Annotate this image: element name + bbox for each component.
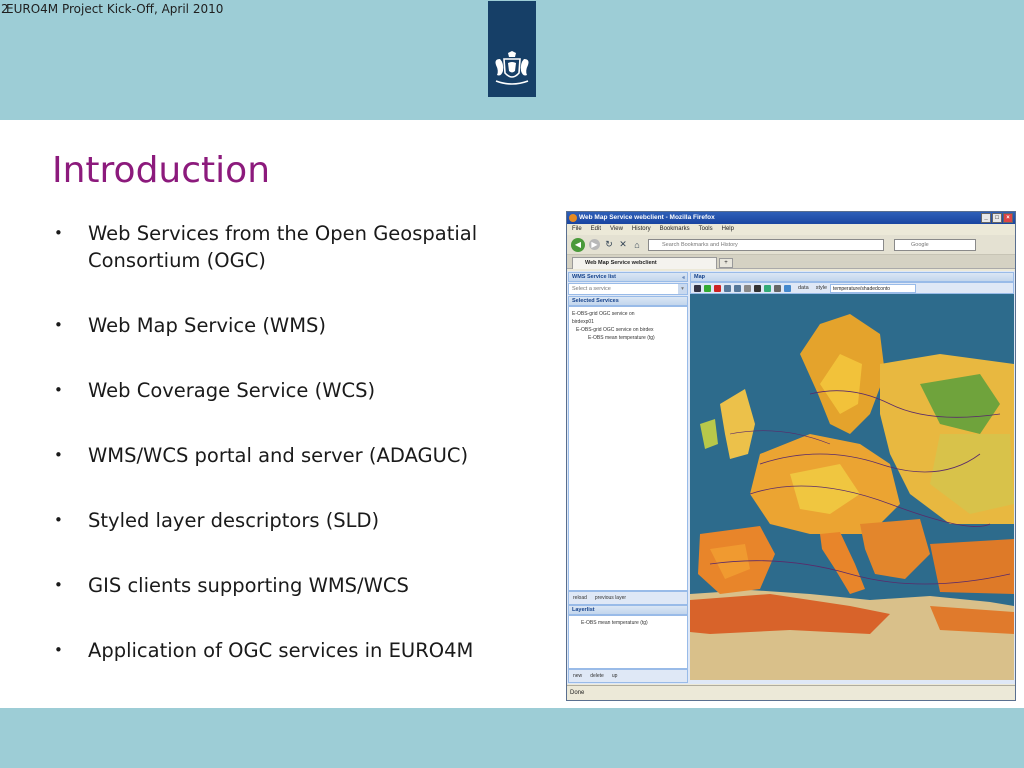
remove-icon[interactable] (714, 284, 721, 292)
chevron-down-icon[interactable]: ▾ (678, 284, 687, 294)
bullet-item: • GIS clients supporting WMS/WCS (52, 572, 552, 599)
previous-layer-button[interactable]: previous layer (595, 592, 626, 604)
selected-services-title: Selected Services (572, 298, 619, 304)
measure-icon[interactable] (784, 284, 791, 292)
menu-view[interactable]: View (610, 224, 623, 235)
maximize-icon[interactable]: □ (992, 213, 1002, 223)
bullet-dot-icon: • (54, 641, 63, 659)
layer-item[interactable]: E-OBS mean temperature (tg) (581, 619, 684, 627)
stop-icon[interactable]: ✕ (618, 239, 628, 250)
window-controls: _ □ × (981, 213, 1013, 223)
service-select[interactable]: Select a service ▾ (568, 283, 688, 295)
tree-item[interactable]: E-OBS-grid OGC service on birdex (572, 326, 684, 334)
bullet-dot-icon: • (54, 381, 63, 399)
menu-edit[interactable]: Edit (591, 224, 601, 235)
reload-button[interactable]: reload (573, 592, 587, 604)
service-panel: WMS Service list « Select a service ▾ Se… (568, 272, 688, 683)
collapse-icon[interactable]: « (682, 274, 685, 283)
map-header: Map (690, 272, 1014, 282)
bullet-item: • WMS/WCS portal and server (ADAGUC) (52, 442, 552, 469)
browser-window: Web Map Service webclient - Mozilla Fire… (566, 211, 1016, 701)
back-arrow-icon[interactable]: ◀ (571, 237, 585, 252)
map-panel: Map data style temperature/shadedconto (690, 272, 1014, 683)
tree-item[interactable]: E-OBS-grid OGC service on (572, 310, 684, 318)
up-button[interactable]: up (612, 670, 618, 682)
tree-item[interactable]: E-OBS mean temperature (tg) (572, 334, 684, 342)
menu-tools[interactable]: Tools (699, 224, 713, 235)
webclient-content: WMS Service list « Select a service ▾ Se… (567, 271, 1015, 684)
bullet-item: • Web Coverage Service (WCS) (52, 377, 552, 404)
tree-item[interactable]: birdexp01 (572, 318, 684, 326)
search-input[interactable]: Google (894, 238, 976, 251)
window-titlebar: Web Map Service webclient - Mozilla Fire… (567, 212, 1015, 224)
menu-help[interactable]: Help (722, 224, 734, 235)
menu-history[interactable]: History (632, 224, 651, 235)
tab-bar: Web Map Service webclient + (567, 255, 1015, 269)
bullet-text: Web Map Service (WMS) (88, 314, 327, 337)
bullet-dot-icon: • (54, 446, 63, 464)
map-toolbar: data style temperature/shadedconto (690, 282, 1014, 294)
government-logo (488, 1, 536, 97)
home-icon[interactable]: ⌂ (632, 240, 642, 250)
europe-temperature-map[interactable] (690, 294, 1014, 680)
footer-band (0, 708, 1024, 768)
bullet-dot-icon: • (54, 224, 63, 242)
service-toolbar: reload previous layer (568, 591, 688, 605)
bullet-item: • Web Map Service (WMS) (52, 312, 552, 339)
bullet-text: Styled layer descriptors (SLD) (88, 509, 380, 532)
bullet-item: • Styled layer descriptors (SLD) (52, 507, 552, 534)
bullet-dot-icon: • (54, 511, 63, 529)
close-icon[interactable]: × (1003, 213, 1013, 223)
tab-webclient[interactable]: Web Map Service webclient (572, 257, 717, 269)
slide-title: Introduction (52, 150, 271, 191)
style-select[interactable]: temperature/shadedconto (830, 283, 917, 293)
bullet-item: • Web Services from the Open Geospatial C… (52, 220, 552, 274)
window-title: Web Map Service webclient - Mozilla Fire… (579, 214, 715, 221)
firefox-icon (569, 214, 577, 222)
zoom-out-icon[interactable] (734, 284, 741, 292)
new-tab-icon[interactable]: + (719, 258, 733, 268)
service-list-title: WMS Service list (572, 274, 617, 280)
bullet-item: • Application of OGC services in EURO4M (52, 637, 552, 664)
bullet-dot-icon: • (54, 576, 63, 594)
minimize-icon[interactable]: _ (981, 213, 991, 223)
layer-list: E-OBS mean temperature (tg) (568, 615, 688, 669)
bullet-dot-icon: • (54, 316, 63, 334)
presentation-header: EURO4M Project Kick-Off, April 2010 (6, 2, 224, 16)
info-icon[interactable] (744, 284, 751, 292)
style-label: style (815, 285, 828, 291)
menu-bar: File Edit View History Bookmarks Tools H… (567, 224, 1015, 235)
bullet-text: Web Coverage Service (WCS) (88, 379, 376, 402)
layerlist-header: Layerlist (568, 605, 688, 615)
selected-services-tree: E-OBS-grid OGC service on birdexp01 E-OB… (568, 306, 688, 591)
layerlist-title: Layerlist (572, 607, 595, 613)
layer-toolbar: new delete up (568, 669, 688, 683)
map-title: Map (694, 274, 705, 280)
globe-icon[interactable] (764, 284, 771, 292)
hand-icon[interactable] (774, 284, 781, 292)
coat-of-arms-icon (495, 51, 529, 85)
data-button[interactable]: data (798, 285, 809, 291)
reload-icon[interactable]: ↻ (604, 239, 614, 250)
delete-button[interactable]: delete (590, 670, 604, 682)
navigation-toolbar: ◀ ▶ ↻ ✕ ⌂ Search Bookmarks and History G… (567, 235, 1015, 255)
bullet-list: • Web Services from the Open Geospatial C… (52, 220, 552, 702)
refresh-icon[interactable] (704, 284, 711, 292)
url-input[interactable]: Search Bookmarks and History (648, 238, 884, 251)
service-list-header: WMS Service list « (568, 272, 688, 282)
bullet-text: Web Services from the Open Geospatial Co… (88, 222, 478, 272)
legend-icon[interactable] (754, 284, 761, 292)
new-button[interactable]: new (573, 670, 582, 682)
service-select-placeholder: Select a service (572, 286, 611, 292)
pan-icon[interactable] (694, 284, 701, 292)
menu-bookmarks[interactable]: Bookmarks (660, 224, 690, 235)
bullet-text: WMS/WCS portal and server (ADAGUC) (88, 444, 469, 467)
zoom-in-icon[interactable] (724, 284, 731, 292)
selected-services-header: Selected Services (568, 296, 688, 306)
menu-file[interactable]: File (572, 224, 582, 235)
bullet-text: Application of OGC services in EURO4M (88, 639, 474, 662)
bullet-text: GIS clients supporting WMS/WCS (88, 574, 409, 597)
forward-arrow-icon[interactable]: ▶ (589, 239, 600, 250)
status-bar: Done (567, 685, 1015, 700)
